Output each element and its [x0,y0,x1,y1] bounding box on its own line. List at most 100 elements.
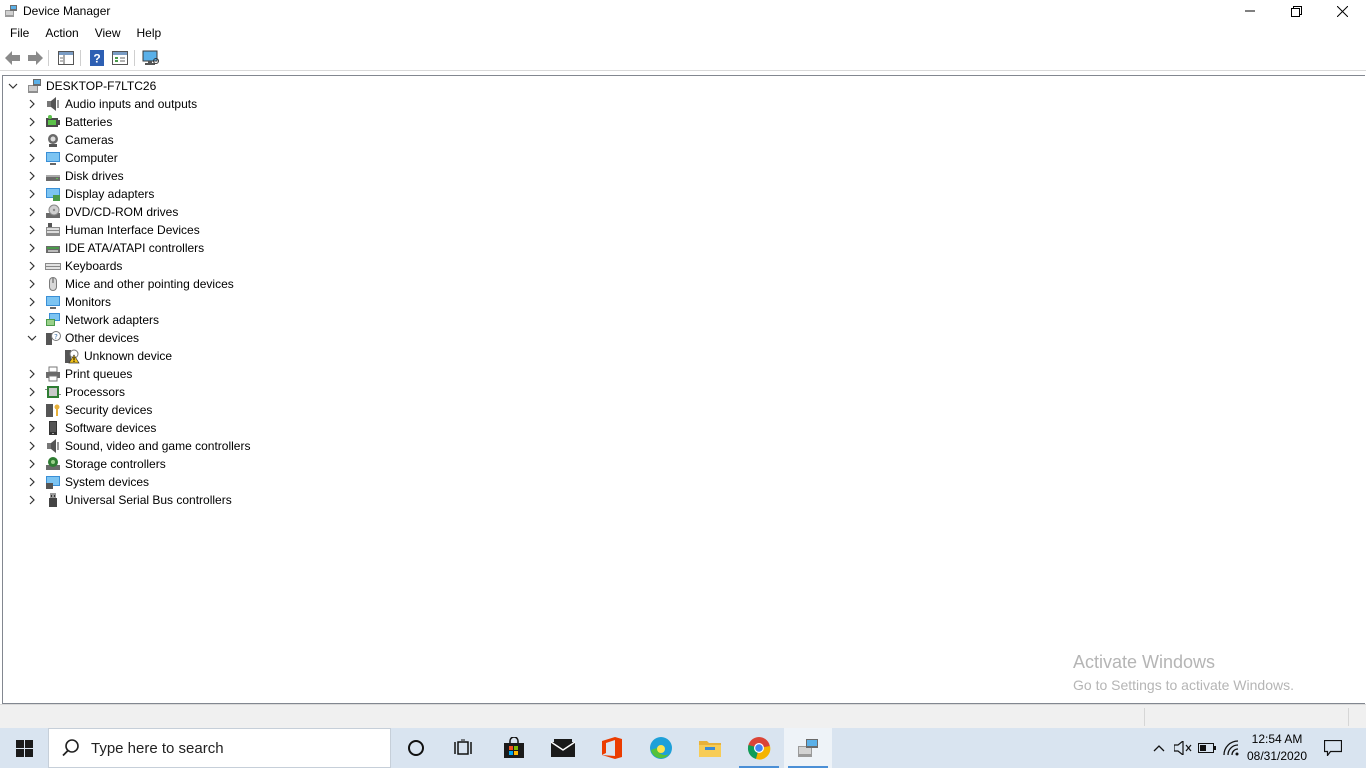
tree-item-label: Disk drives [65,169,124,183]
expand-chevron-icon[interactable] [26,440,38,452]
battery-button[interactable] [1196,728,1218,768]
tree-root[interactable]: DESKTOP-F7LTC26 [7,77,156,95]
chevron-up-icon [1153,745,1165,752]
expand-chevron-icon[interactable] [26,260,38,272]
tree-device-unknown-device[interactable]: Unknown device [64,347,172,365]
chrome-button[interactable] [735,728,783,768]
expand-chevron-icon[interactable] [26,296,38,308]
expand-chevron-icon[interactable] [26,188,38,200]
menu-help[interactable]: Help [128,23,169,44]
tree-category-audio-inputs-and-outputs[interactable]: Audio inputs and outputs [26,95,197,113]
tree-category-universal-serial-bus-controllers[interactable]: Universal Serial Bus controllers [26,491,232,509]
edge-button[interactable] [637,728,685,768]
office-button[interactable] [588,728,636,768]
task-view-button[interactable] [440,728,488,768]
tree-category-storage-controllers[interactable]: Storage controllers [26,455,166,473]
tree-item-label: System devices [65,475,150,489]
expand-chevron-icon[interactable] [26,494,38,506]
expand-chevron-icon[interactable] [26,278,38,290]
expand-chevron-icon[interactable] [26,476,38,488]
tree-category-batteries[interactable]: Batteries [26,113,112,131]
wifi-icon [1223,740,1239,756]
tree-category-dvd-cd-rom-drives[interactable]: DVD/CD-ROM drives [26,203,178,221]
svg-text:?: ? [54,333,58,341]
network-button[interactable] [1220,728,1242,768]
folder-icon [699,741,721,757]
back-button[interactable] [4,49,22,67]
menu-view[interactable]: View [86,23,128,44]
tree-item-label: Processors [65,385,126,399]
toolbar-separator [134,50,135,66]
menu-file[interactable]: File [0,23,36,44]
expand-chevron-icon[interactable] [26,152,38,164]
forward-button[interactable] [26,49,44,67]
expand-chevron-icon[interactable] [26,404,38,416]
action-center-button[interactable] [1320,728,1346,768]
speaker-icon [45,96,61,112]
expand-chevron-icon[interactable] [26,116,38,128]
show-hidden-icons-button[interactable] [1148,728,1170,768]
tree-category-print-queues[interactable]: Print queues [26,365,132,383]
tree-item-label: IDE ATA/ATAPI controllers [65,241,205,255]
tree-category-software-devices[interactable]: Software devices [26,419,156,437]
expand-chevron-icon[interactable] [26,170,38,182]
system-clock[interactable]: 12:54 AM 08/31/2020 [1244,731,1310,765]
taskbar-search-box[interactable] [48,728,391,768]
tree-item-label: Security devices [65,403,153,417]
collapse-chevron-icon[interactable] [7,80,19,92]
tree-category-monitors[interactable]: Monitors [26,293,111,311]
expand-chevron-icon[interactable] [26,224,38,236]
mail-button[interactable] [539,728,587,768]
help-button[interactable]: ? [88,49,106,67]
properties-button[interactable] [111,49,129,67]
tree-category-network-adapters[interactable]: Network adapters [26,311,159,329]
help-icon: ? [90,50,104,66]
monitor-icon [45,294,61,310]
expand-chevron-icon[interactable] [26,458,38,470]
tree-category-disk-drives[interactable]: Disk drives [26,167,124,185]
display-adapter-icon [45,186,61,202]
restore-icon [1290,5,1302,17]
tree-category-processors[interactable]: Processors [26,383,125,401]
expand-chevron-icon[interactable] [26,206,38,218]
expand-chevron-icon[interactable] [26,368,38,380]
expand-chevron-icon[interactable] [26,386,38,398]
tree-category-display-adapters[interactable]: Display adapters [26,185,154,203]
cortana-button[interactable] [392,728,440,768]
file-explorer-button[interactable] [686,728,734,768]
expand-chevron-icon[interactable] [26,242,38,254]
tree-category-other-devices[interactable]: ? Other devices [26,329,139,347]
menu-action[interactable]: Action [36,23,85,44]
show-hide-console-tree-button[interactable] [57,49,75,67]
tree-category-computer[interactable]: Computer [26,149,118,167]
tree-category-sound-video-and-game-controllers[interactable]: Sound, video and game controllers [26,437,250,455]
volume-button[interactable] [1172,728,1194,768]
search-input[interactable] [89,738,373,758]
tree-root-label: DESKTOP-F7LTC26 [46,79,157,93]
tree-category-keyboards[interactable]: Keyboards [26,257,122,275]
expand-chevron-icon[interactable] [26,422,38,434]
tree-category-mice-and-other-pointing-devices[interactable]: Mice and other pointing devices [26,275,234,293]
collapse-chevron-icon[interactable] [26,332,38,344]
microsoft-store-button[interactable] [490,728,538,768]
tree-category-system-devices[interactable]: System devices [26,473,149,491]
tree-category-security-devices[interactable]: Security devices [26,401,152,419]
minimize-button[interactable] [1227,0,1273,22]
windows-logo-icon [15,739,33,757]
tree-category-human-interface-devices[interactable]: Human Interface Devices [26,221,200,239]
tree-category-ide-ata-atapi-controllers[interactable]: IDE ATA/ATAPI controllers [26,239,204,257]
restore-button[interactable] [1273,0,1319,22]
taskbar: 12:54 AM 08/31/2020 [0,728,1366,768]
expand-chevron-icon[interactable] [26,314,38,326]
security-device-icon [45,402,61,418]
start-button[interactable] [0,728,48,768]
tree-category-cameras[interactable]: Cameras [26,131,114,149]
network-adapter-icon [45,312,61,328]
expand-chevron-icon[interactable] [26,134,38,146]
device-tree: DESKTOP-F7LTC26 Audio inputs and outputs… [2,75,1365,704]
expand-chevron-icon[interactable] [26,98,38,110]
scan-hardware-changes-button[interactable] [142,49,160,67]
device-manager-taskbar-button[interactable] [784,728,832,768]
properties-icon [112,51,128,65]
close-button[interactable] [1319,0,1365,22]
